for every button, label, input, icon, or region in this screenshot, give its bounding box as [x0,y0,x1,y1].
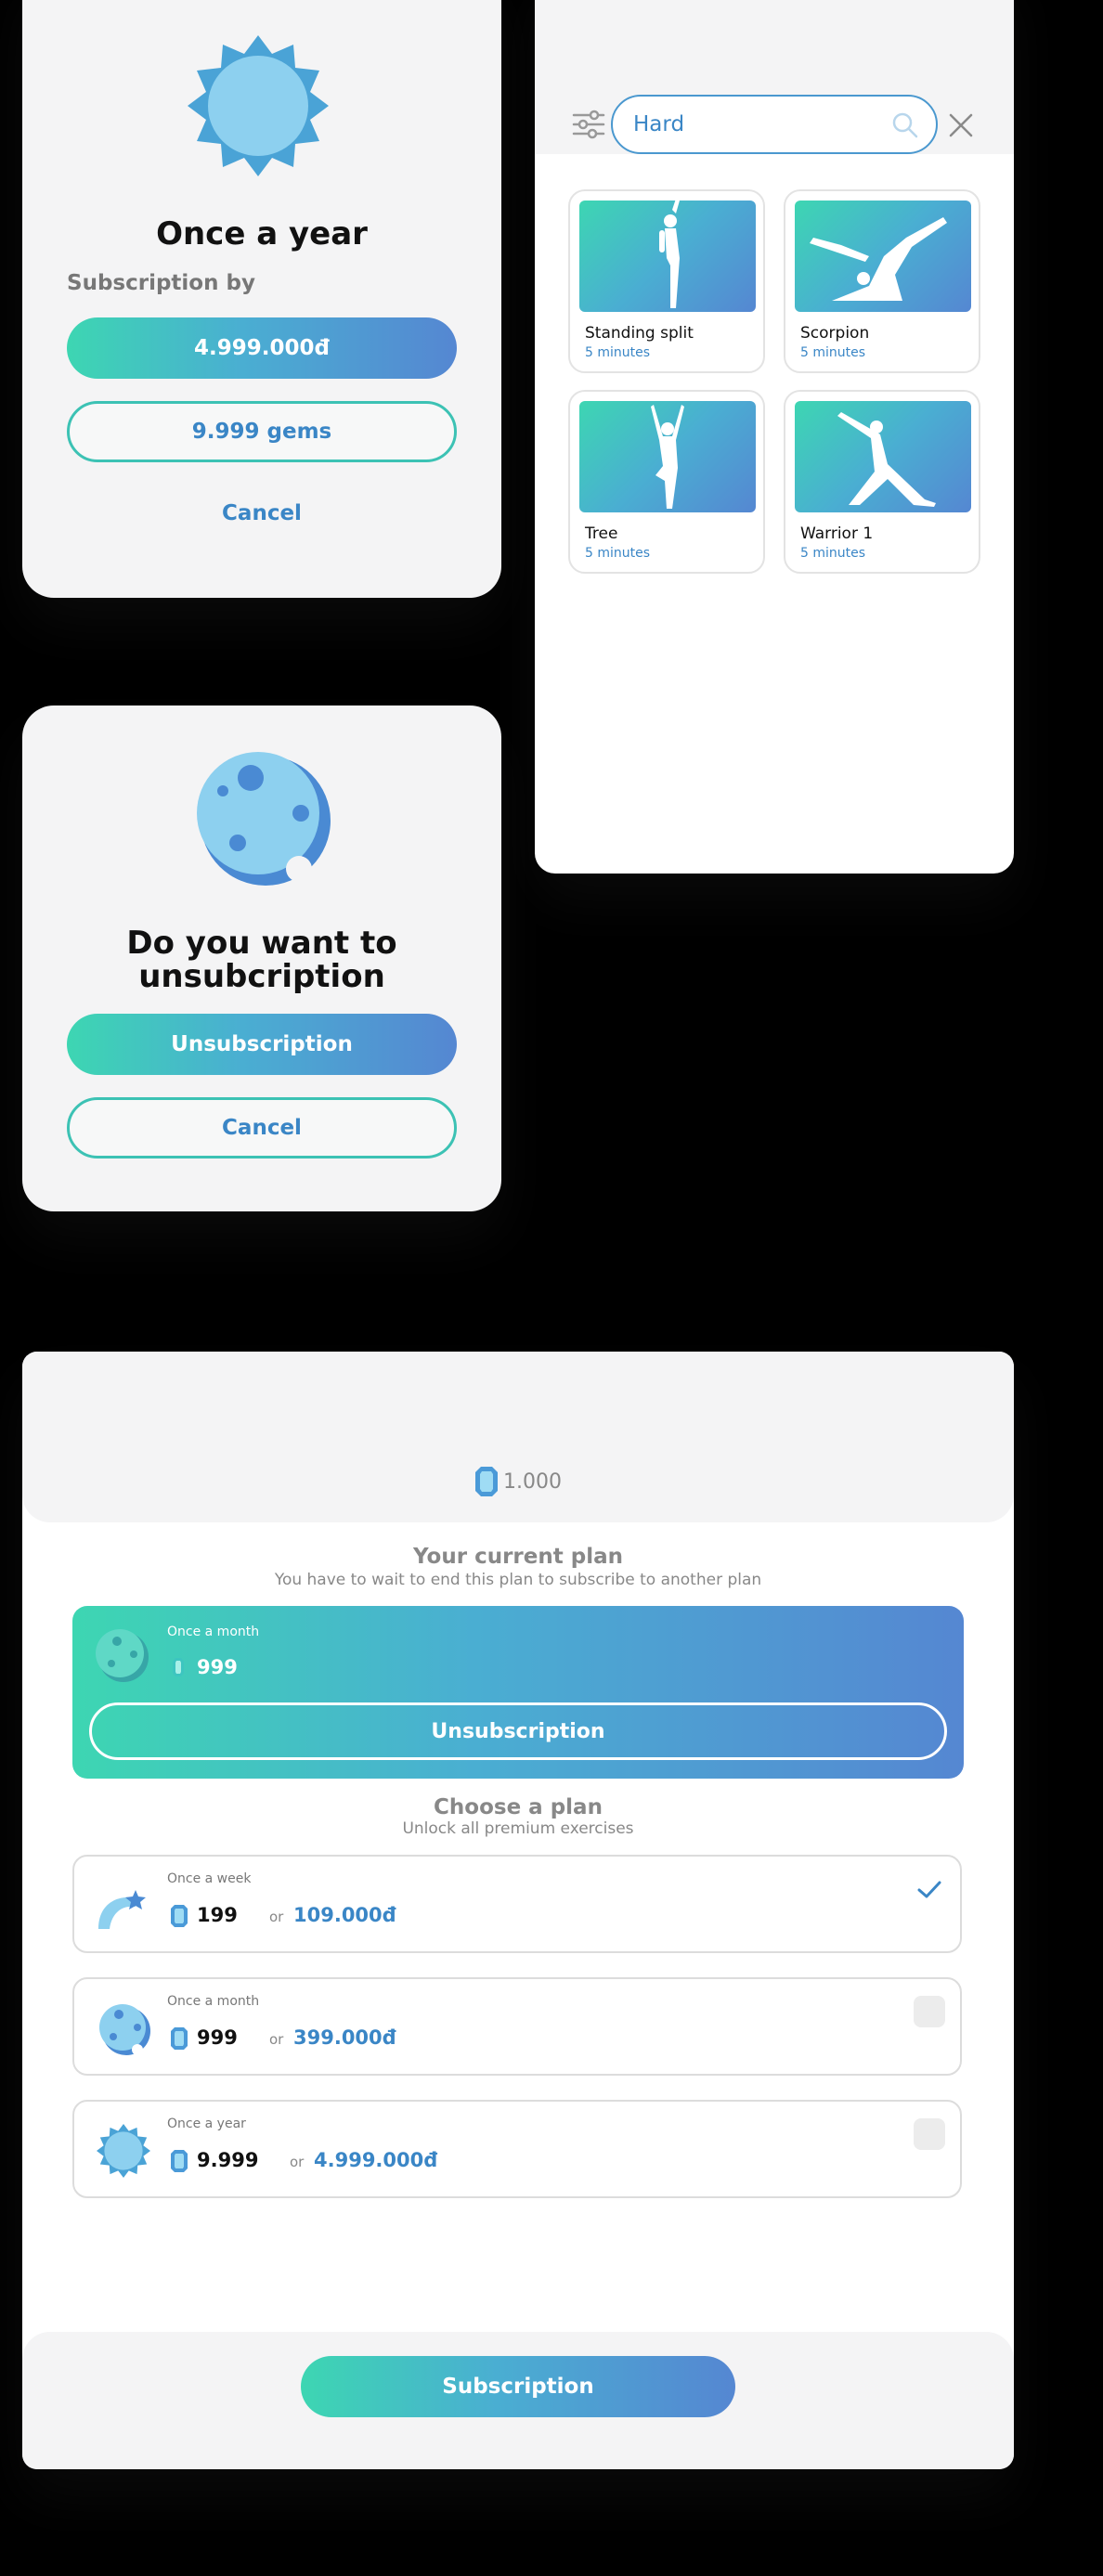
shooting-star-icon [98,1890,146,1929]
pose-duration: 5 minutes [585,345,651,360]
plan-price: 4.999.000đ [314,2149,438,2171]
pose-name: Tree [585,524,618,543]
plan-option-year[interactable]: Once a year 9.999 or 4.999.000đ [72,2100,962,2198]
dialog-title: Once a year [156,215,368,252]
gem-balance: 1.000 [503,1470,562,1494]
warrior-figure [837,412,936,507]
current-plan-gems: 999 [197,1656,238,1678]
pose-card[interactable]: Warrior 1 5 minutes [784,390,980,574]
current-unsubscribe-button[interactable]: Unsubscription [89,1702,947,1760]
pose-card[interactable]: Standing split 5 minutes [568,189,765,373]
plan-name: Once a month [167,1994,260,2009]
plan-option-month[interactable]: Once a month 999 or 399.000đ [72,1977,962,2076]
scorpion-figure [810,217,947,301]
close-icon[interactable] [949,113,973,137]
pose-card[interactable]: Tree 5 minutes [568,390,765,574]
pose-name: Standing split [585,324,694,343]
search-icon [892,112,918,138]
dialog-title-line2: unsubcription [138,958,385,995]
plan-price: 109.000đ [293,1904,396,1926]
pose-duration: 5 minutes [800,546,866,561]
pose-name: Scorpion [800,324,870,343]
check-icon [917,1881,941,1898]
unsubscribe-button[interactable]: Unsubscription [67,1014,457,1075]
plan-or: or [269,2031,284,2048]
gem-icon [171,2027,188,2050]
plan-checkbox[interactable] [914,1996,945,2027]
pose-name: Warrior 1 [800,524,874,543]
plan-gems: 199 [197,1904,238,1926]
moon-icon [99,2004,150,2055]
choose-plan-subtitle: Unlock all premium exercises [402,1819,634,1838]
pose-image [579,199,756,312]
plan-option-week[interactable]: Once a week 199 or 109.000đ [72,1855,962,1953]
cancel-button[interactable]: Cancel [22,501,501,525]
tree-figure [651,405,684,509]
current-plan-card: Once a month 999 Unsubscription [72,1606,964,1779]
pose-duration: 5 minutes [800,345,866,360]
sun-icon [97,2124,150,2178]
gems-button[interactable]: 9.999 gems [67,401,457,462]
pose-image [579,401,756,512]
pose-image [795,401,971,512]
cancel-button[interactable]: Cancel [67,1097,457,1159]
plan-checkbox-selected[interactable] [914,1873,945,1905]
plan-or: or [269,1909,284,1925]
moon-icon [96,1629,149,1682]
pose-image [795,201,971,312]
price-button[interactable]: 4.999.000đ [67,317,457,379]
moon-icon [197,752,331,886]
plans-header [22,1352,1014,1522]
gem-icon [171,1905,188,1927]
sun-icon [188,35,329,176]
plan-name: Once a week [167,1871,252,1886]
plan-gems: 9.999 [197,2149,259,2171]
current-plan-title: Your current plan [413,1545,623,1569]
gem-icon [173,1658,184,1676]
year-dialog: Once a year Subscription by 4.999.000đ 9… [22,0,501,598]
plan-gems: 999 [197,2026,238,2049]
dialog-title-line1: Do you want to [126,925,397,962]
search-panel: Hard Standing split 5 minutes Scorpion 5… [535,0,1014,874]
plan-or: or [290,2154,305,2170]
unsubscribe-dialog: Do you want to unsubcription Unsubscript… [22,705,501,1211]
current-plan-name: Once a month [167,1625,260,1639]
gem-icon [475,1467,498,1496]
current-plan-subtitle: You have to wait to end this plan to sub… [274,1571,762,1589]
plan-price: 399.000đ [293,2026,396,2049]
subscription-button[interactable]: Subscription [301,2356,735,2417]
dialog-subtitle: Subscription by [67,271,255,295]
search-query: Hard [633,112,685,136]
choose-plan-title: Choose a plan [434,1795,603,1819]
filter-icon[interactable] [572,110,605,139]
plans-screen: 1.000 Your current plan You have to wait… [22,1352,1014,2469]
plan-checkbox[interactable] [914,2118,945,2150]
pose-card[interactable]: Scorpion 5 minutes [784,189,980,373]
standing-split-figure [659,199,680,308]
gem-icon [171,2150,188,2172]
pose-duration: 5 minutes [585,546,651,561]
plan-name: Once a year [167,2116,246,2131]
search-input[interactable]: Hard [611,95,938,154]
